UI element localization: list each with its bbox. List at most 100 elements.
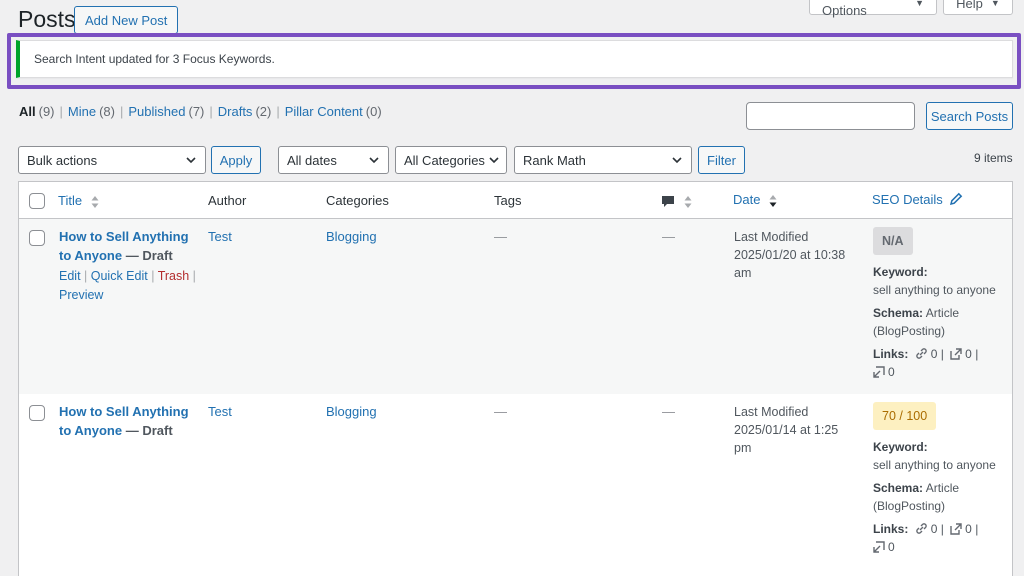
seo-score-badge: N/A	[873, 227, 913, 255]
help-label: Help	[956, 0, 983, 11]
view-mine-count: (8)	[99, 104, 115, 119]
edit-link[interactable]: Edit	[59, 269, 81, 283]
seo-details-cell: 70 / 100 Keyword: sell anything to anyon…	[873, 402, 1013, 556]
bulk-actions-select[interactable]: Bulk actions	[18, 146, 206, 174]
column-seo-details[interactable]: SEO Details	[872, 192, 963, 207]
add-new-post-button[interactable]: Add New Post	[74, 6, 179, 34]
post-title-line2: to Anyone	[59, 248, 123, 263]
column-author: Author	[208, 193, 247, 208]
table-row: How to Sell Anything to Anyone — Draft Ed…	[19, 219, 1012, 394]
sort-icon	[684, 195, 692, 208]
date-value-ampm: am	[734, 266, 752, 280]
post-state: — Draft	[125, 248, 173, 263]
view-drafts-count: (2)	[255, 104, 272, 119]
table-row: How to Sell Anything to Anyone — Draft Te…	[19, 394, 1012, 576]
separator: |	[59, 104, 63, 119]
incoming-links-count: 0	[888, 540, 895, 554]
select-all-checkbox[interactable]	[29, 193, 45, 209]
caret-down-icon: ▼	[990, 0, 1000, 8]
search-input[interactable]	[746, 102, 915, 130]
author-link[interactable]: Test	[208, 402, 232, 421]
seo-score-badge: 70 / 100	[873, 402, 937, 430]
author-link[interactable]: Test	[208, 227, 232, 246]
separator: |	[209, 104, 213, 119]
separator: |	[276, 104, 280, 119]
tags-value: —	[494, 404, 507, 419]
post-title-line1: How to Sell Anything	[59, 229, 189, 244]
help-button[interactable]: Help ▼	[943, 0, 1013, 15]
column-date-label: Date	[733, 192, 761, 207]
date-value: 2025/01/14 at 1:25	[734, 423, 839, 437]
seo-details-cell: N/A Keyword: sell anything to anyone Sch…	[873, 227, 1013, 381]
schema-subtype: (BlogPosting)	[873, 499, 946, 513]
date-value-ampm: pm	[734, 441, 752, 455]
screen-options-button[interactable]: Screen Options ▼	[809, 0, 937, 18]
external-links-count: 0	[965, 522, 972, 536]
search-posts-button[interactable]: Search Posts	[926, 102, 1013, 130]
internal-links-count: 0	[930, 522, 938, 536]
schema-value: Article	[925, 306, 960, 320]
page-title: Posts	[18, 6, 76, 32]
view-all-count: (9)	[38, 104, 55, 119]
column-title[interactable]: Title	[58, 193, 99, 209]
date-status: Last Modified	[734, 230, 809, 244]
chevron-down-icon	[489, 157, 499, 164]
incoming-links-count: 0	[888, 365, 895, 379]
chevron-down-icon	[186, 157, 196, 164]
column-date[interactable]: Date	[733, 192, 777, 208]
category-link[interactable]: Blogging	[326, 227, 377, 246]
column-seo-label: SEO Details	[872, 192, 943, 207]
apply-button[interactable]: Apply	[211, 146, 261, 174]
dates-select[interactable]: All dates	[278, 146, 389, 174]
screen-options-label: Screen Options	[822, 0, 867, 18]
view-pillar-content[interactable]: Pillar Content	[285, 104, 363, 119]
keyword-value: sell anything to anyone	[873, 458, 996, 472]
date-cell: Last Modified 2025/01/20 at 10:38 am	[734, 228, 864, 282]
highlight-frame	[7, 33, 1021, 89]
incoming-link-icon	[873, 366, 885, 378]
row-checkbox[interactable]	[29, 405, 45, 421]
preview-link[interactable]: Preview	[59, 288, 103, 302]
schema-label: Schema:	[873, 306, 924, 320]
sort-icon	[91, 195, 99, 208]
view-mine[interactable]: Mine	[68, 104, 96, 119]
incoming-link-icon	[873, 541, 885, 553]
internal-links-count: 0	[930, 347, 938, 361]
column-title-label: Title	[58, 193, 83, 208]
categories-value: All Categories	[404, 152, 485, 168]
external-links-count: 0	[965, 347, 972, 361]
category-link[interactable]: Blogging	[326, 402, 377, 421]
view-all[interactable]: All	[19, 104, 36, 119]
quick-edit-link[interactable]: Quick Edit	[91, 269, 148, 283]
post-state: — Draft	[125, 423, 173, 438]
post-status-views: All (9) | Mine (8) | Published (7) | Drafts…	[19, 104, 382, 119]
external-link-icon	[950, 523, 962, 535]
row-actions: Edit | Quick Edit | Trash | Preview	[59, 269, 196, 302]
view-drafts[interactable]: Drafts	[218, 104, 253, 119]
view-published[interactable]: Published	[128, 104, 185, 119]
posts-table: Title Author Categories Tags Date SEO De…	[18, 181, 1013, 576]
items-count: 9 items	[974, 151, 1013, 165]
date-value: 2025/01/20 at 10:38	[734, 248, 846, 262]
pencil-icon[interactable]	[950, 192, 963, 206]
keyword-value: sell anything to anyone	[873, 283, 996, 297]
schema-value: Article	[925, 481, 960, 495]
column-comments[interactable]	[661, 193, 692, 209]
comments-value: —	[662, 404, 675, 419]
trash-link[interactable]: Trash	[158, 269, 190, 283]
date-status: Last Modified	[734, 405, 809, 419]
view-published-count: (7)	[188, 104, 205, 119]
external-link-icon	[950, 348, 962, 360]
links-label: Links:	[873, 522, 909, 536]
rank-math-select[interactable]: Rank Math	[514, 146, 692, 174]
title-cell: How to Sell Anything to Anyone — Draft Ed…	[59, 227, 199, 305]
column-categories: Categories	[326, 193, 389, 208]
row-checkbox[interactable]	[29, 230, 45, 246]
view-pillar-count: (0)	[365, 104, 382, 119]
filter-button[interactable]: Filter	[698, 146, 745, 174]
categories-select[interactable]: All Categories	[395, 146, 507, 174]
schema-subtype: (BlogPosting)	[873, 324, 946, 338]
bulk-actions-value: Bulk actions	[27, 152, 98, 168]
post-title-line1: How to Sell Anything	[59, 404, 189, 419]
keyword-label: Keyword:	[873, 440, 928, 454]
